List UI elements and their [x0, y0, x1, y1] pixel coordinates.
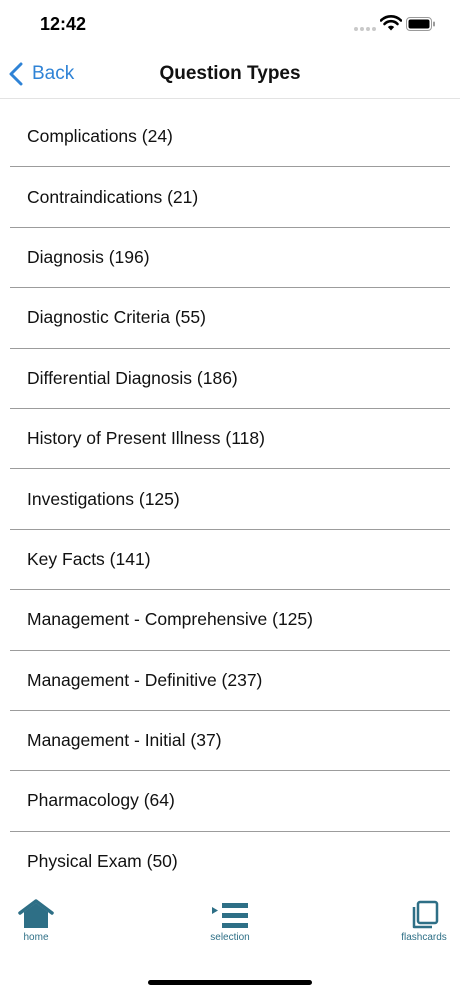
list-item-key-facts[interactable]: Key Facts (141): [10, 530, 450, 591]
status-bar: 12:42: [0, 0, 460, 50]
tab-selection[interactable]: selection: [198, 898, 262, 943]
list-item-diagnostic-criteria[interactable]: Diagnostic Criteria (55): [10, 288, 450, 349]
list-item-complications[interactable]: Complications (24): [10, 107, 450, 168]
tab-home[interactable]: home: [8, 898, 64, 943]
list-item-label: Differential Diagnosis (186): [27, 367, 238, 388]
list-item-label: Investigations (125): [27, 488, 180, 509]
home-icon: [18, 899, 54, 928]
tab-flashcards[interactable]: flashcards: [392, 898, 456, 943]
list-item-label: Contraindications (21): [27, 186, 199, 207]
list-item-pharmacology[interactable]: Pharmacology (64): [10, 771, 450, 832]
tab-bar: home selection flashcards: [0, 898, 460, 958]
list-item-label: Physical Exam (50): [27, 851, 178, 872]
signal-dots-icon: [354, 27, 378, 31]
list-item-label: Management - Definitive (237): [27, 669, 263, 690]
list-item-label: History of Present Illness (118): [27, 428, 265, 449]
list-item-label: Management - Comprehensive (125): [27, 609, 313, 630]
status-time: 12:42: [40, 14, 87, 34]
tab-flashcards-label: flashcards: [401, 932, 447, 943]
list-item-management-definitive[interactable]: Management - Definitive (237): [10, 651, 450, 711]
flashcards-icon: [412, 900, 439, 929]
list-item-contraindications[interactable]: Contraindications (21): [10, 167, 450, 228]
tab-selection-label: selection: [210, 932, 250, 943]
list-item-physical-exam[interactable]: Physical Exam (50): [10, 832, 450, 892]
list-item-investigations[interactable]: Investigations (125): [10, 469, 450, 530]
home-indicator: [148, 980, 312, 985]
list-item-label: Diagnostic Criteria (55): [27, 307, 206, 328]
list-item-differential-diagnosis[interactable]: Differential Diagnosis (186): [10, 349, 450, 409]
wifi-icon: [380, 15, 402, 31]
list-icon: [212, 903, 248, 928]
list-item-label: Key Facts (141): [27, 548, 151, 569]
list-item-label: Management - Initial (37): [27, 730, 222, 751]
list-item-diagnosis[interactable]: Diagnosis (196): [10, 228, 450, 289]
list-item-label: Complications (24): [27, 126, 173, 147]
question-types-list: Complications (24) Contraindications (21…: [10, 107, 450, 892]
tab-home-label: home: [23, 932, 49, 943]
page-title: Question Types: [159, 63, 301, 84]
list-item-management-initial[interactable]: Management - Initial (37): [10, 711, 450, 772]
navigation-bar: Back Question Types: [0, 50, 460, 99]
list-item-label: Pharmacology (64): [27, 790, 175, 811]
list-item-history-of-present-illness[interactable]: History of Present Illness (118): [10, 409, 450, 470]
battery-icon: [406, 17, 435, 31]
list-item-label: Diagnosis (196): [27, 246, 150, 267]
list-item-management-comprehensive[interactable]: Management - Comprehensive (125): [10, 590, 450, 651]
